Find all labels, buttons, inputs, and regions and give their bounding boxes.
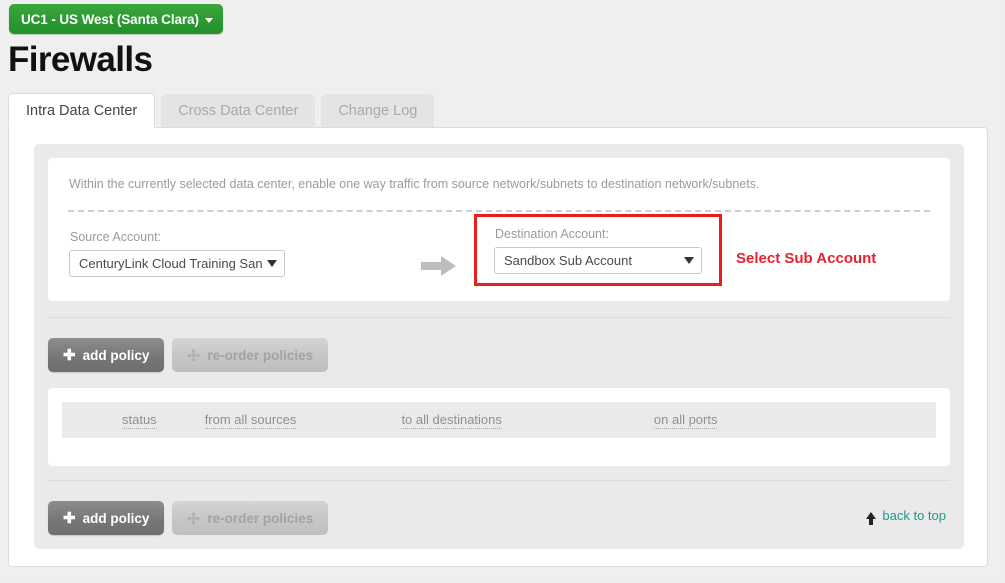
content-panel: Within the currently selected data cente…	[8, 127, 988, 567]
source-account-select[interactable]: CenturyLink Cloud Training Sandbox	[69, 250, 285, 277]
column-header-on-all-ports[interactable]: on all ports	[653, 412, 718, 429]
column-header-status[interactable]: status	[122, 412, 157, 429]
datacenter-selector[interactable]: UC1 - US West (Santa Clara)	[9, 4, 223, 34]
tab-label: Change Log	[338, 102, 418, 119]
source-account-label: Source Account:	[70, 230, 162, 244]
chevron-down-icon	[204, 17, 213, 23]
account-selection-card: Within the currently selected data cente…	[48, 158, 950, 301]
tab-label: Intra Data Center	[26, 102, 138, 119]
column-header-to-all-destinations[interactable]: to all destinations	[401, 412, 502, 429]
column-header-from-all-sources[interactable]: from all sources	[204, 412, 297, 429]
reorder-policies-button[interactable]: re-order policies	[172, 338, 329, 372]
back-to-top-label: back to top	[882, 508, 946, 523]
policies-table-header: status from all sources to all destinati…	[62, 402, 936, 438]
reorder-policies-label: re-order policies	[207, 510, 314, 526]
reorder-policies-label: re-order policies	[207, 347, 314, 363]
account-row: Source Account: CenturyLink Cloud Traini…	[68, 214, 930, 286]
policies-table-card: status from all sources to all destinati…	[48, 388, 950, 466]
add-policy-button[interactable]: ✚ add policy	[48, 338, 165, 372]
toolbar-bottom: ✚ add policy re-order policies back to t…	[48, 480, 950, 540]
chevron-down-icon	[684, 257, 694, 264]
tab-label: Cross Data Center	[178, 102, 299, 119]
page-title: Firewalls	[8, 40, 153, 79]
arrow-up-icon	[866, 512, 877, 525]
toolbar-top: ✚ add policy re-order policies	[48, 317, 950, 377]
chevron-down-icon	[267, 260, 277, 267]
add-policy-label: add policy	[82, 510, 150, 526]
plus-icon: ✚	[63, 346, 76, 364]
destination-account-value: Sandbox Sub Account	[504, 253, 632, 268]
dashed-divider	[68, 210, 930, 212]
destination-account-label: Destination Account:	[495, 227, 609, 241]
destination-account-highlight: Destination Account: Sandbox Sub Account	[474, 214, 722, 286]
flow-arrow-icon	[421, 256, 457, 276]
move-icon	[187, 348, 201, 362]
tab-cross-data-center[interactable]: Cross Data Center	[161, 94, 316, 127]
source-account-value: CenturyLink Cloud Training Sandbox	[79, 256, 262, 271]
back-to-top-link[interactable]: back to top	[866, 508, 946, 525]
form-description: Within the currently selected data cente…	[69, 177, 760, 191]
add-policy-label: add policy	[82, 347, 150, 363]
add-policy-button-bottom[interactable]: ✚ add policy	[48, 501, 165, 535]
datacenter-label: UC1 - US West (Santa Clara)	[21, 11, 199, 27]
tab-bar: Intra Data Center Cross Data Center Chan…	[8, 93, 435, 128]
annotation-text: Select Sub Account	[736, 250, 877, 267]
tab-change-log[interactable]: Change Log	[321, 94, 435, 127]
source-account-field: Source Account: CenturyLink Cloud Traini…	[69, 230, 285, 277]
move-icon	[187, 511, 201, 525]
destination-account-select[interactable]: Sandbox Sub Account	[494, 247, 702, 274]
reorder-policies-button-bottom[interactable]: re-order policies	[172, 501, 329, 535]
tab-intra-data-center[interactable]: Intra Data Center	[8, 93, 156, 128]
panel-inner: Within the currently selected data cente…	[34, 144, 964, 549]
plus-icon: ✚	[63, 509, 76, 527]
